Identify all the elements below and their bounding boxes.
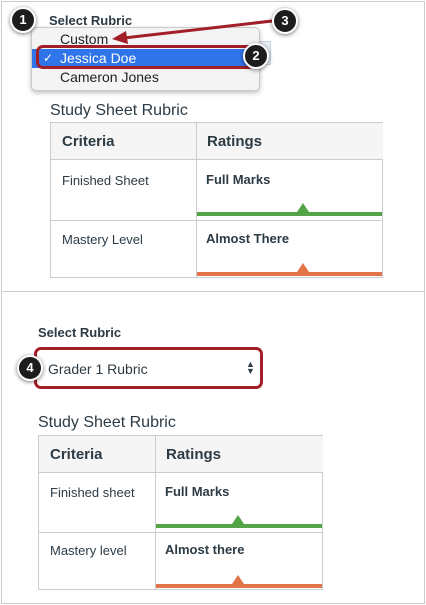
callout-1: 1 <box>10 7 36 33</box>
rating-cell[interactable]: Almost There <box>206 231 289 246</box>
rubric-table: Criteria Ratings Finished sheet Full Mar… <box>38 435 323 590</box>
rubric-title: Study Sheet Rubric <box>38 414 176 431</box>
rating-marker-icon <box>232 515 244 524</box>
rating-marker-icon <box>297 203 309 212</box>
select-value: Grader 1 Rubric <box>48 361 148 377</box>
callout-3: 3 <box>272 8 298 34</box>
rating-marker-icon <box>297 263 309 272</box>
row-divider <box>39 532 322 533</box>
callout-4: 4 <box>17 355 43 381</box>
rating-bar <box>197 212 382 216</box>
select-arrows-icon: ▲ ▼ <box>246 359 255 376</box>
column-divider <box>196 123 197 277</box>
criteria-header: Criteria <box>39 436 155 473</box>
ratings-header: Ratings <box>196 123 383 160</box>
criteria-cell: Mastery level <box>50 543 127 558</box>
rating-bar <box>156 524 322 528</box>
rating-marker-icon <box>232 575 244 584</box>
criteria-cell: Finished Sheet <box>62 173 149 188</box>
rating-bar <box>156 584 322 588</box>
criteria-cell: Mastery Level <box>62 232 143 247</box>
select-rubric-label: Select Rubric <box>38 325 122 340</box>
rating-cell[interactable]: Full Marks <box>165 484 229 499</box>
column-divider <box>155 436 156 589</box>
callout-2: 2 <box>243 43 269 69</box>
criteria-cell: Finished sheet <box>50 485 135 500</box>
rating-cell[interactable]: Almost there <box>165 542 244 557</box>
ratings-header: Ratings <box>155 436 323 473</box>
criteria-header: Criteria <box>51 123 196 160</box>
rating-bar <box>197 272 382 276</box>
rating-cell[interactable]: Full Marks <box>206 172 270 187</box>
section-divider <box>1 291 425 292</box>
rubric-title: Study Sheet Rubric <box>50 102 188 119</box>
rubric-table: Criteria Ratings Finished Sheet Full Mar… <box>50 122 383 278</box>
row-divider <box>51 220 382 221</box>
